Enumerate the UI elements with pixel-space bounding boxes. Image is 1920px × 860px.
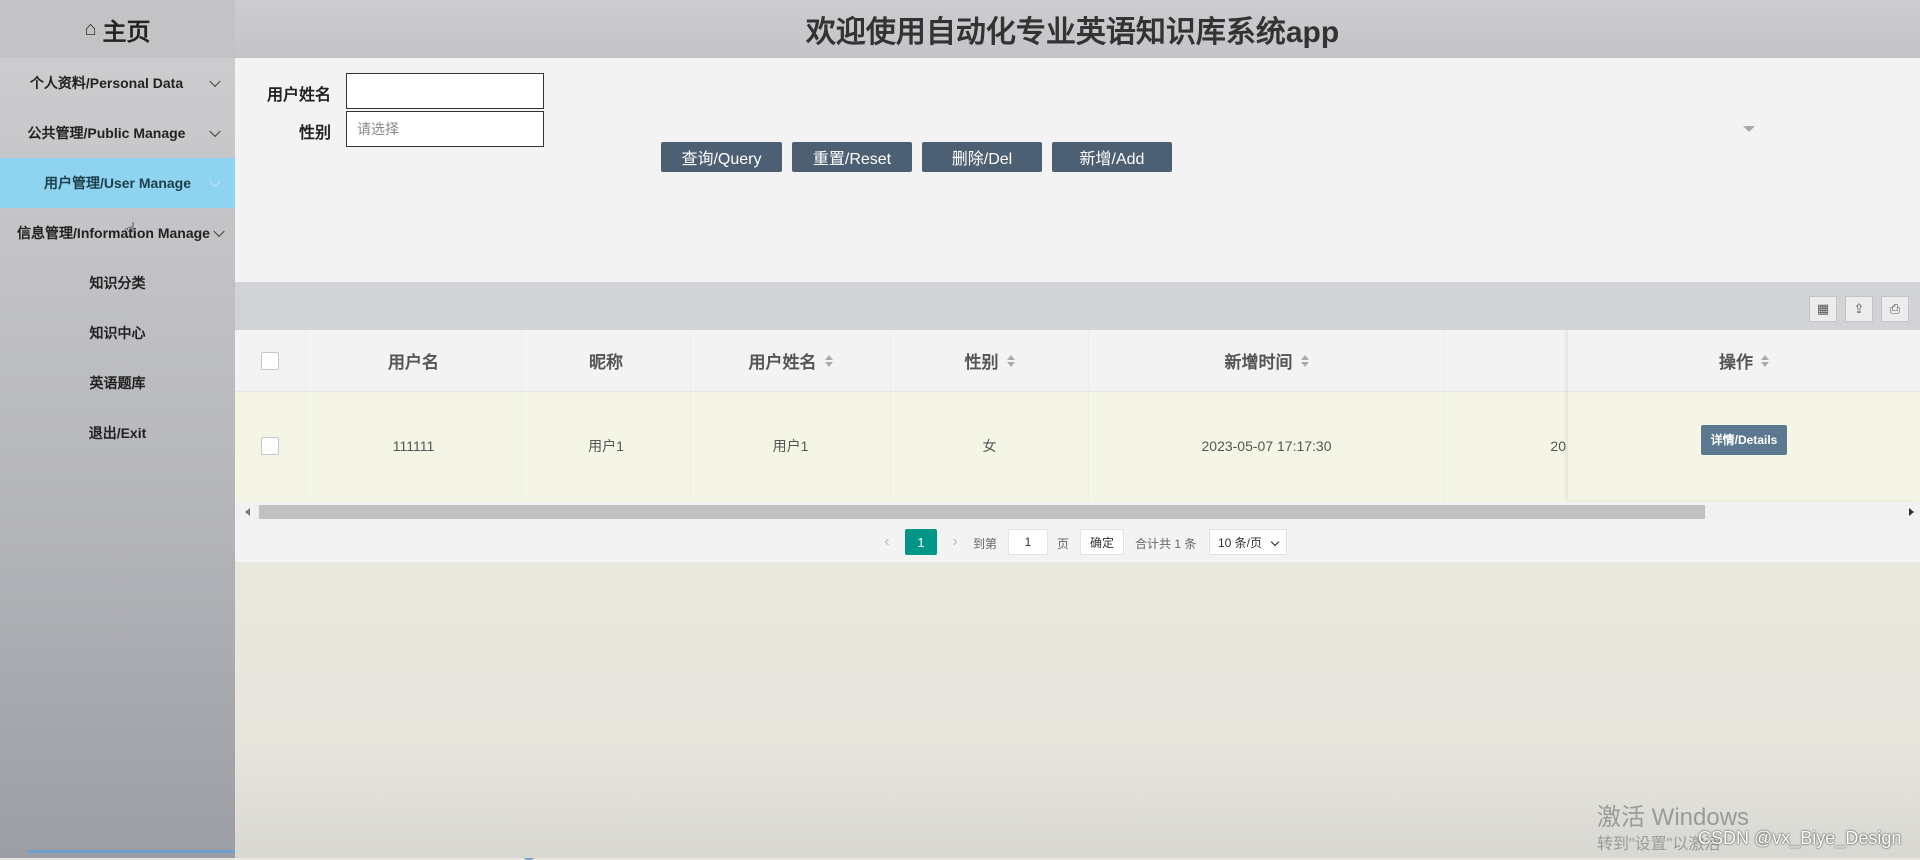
page-size-value: 10 条/页 — [1218, 535, 1263, 550]
column-header-label: 用户姓名 — [748, 353, 817, 372]
delete-button[interactable]: 删除/Del — [922, 142, 1042, 172]
sidebar-subitem-exit[interactable]: 退出/Exit — [0, 408, 235, 458]
cell-username: 111111 — [306, 392, 522, 500]
user-table: 用户名 昵称 用户姓名 性别 新增时间 操作 111111 用户1 用户1 女 — [235, 330, 1920, 502]
username-label: 用户姓名 — [267, 87, 332, 104]
export-icon: ⇪ — [1853, 301, 1865, 316]
page-size-select[interactable]: 10 条/页 — [1209, 529, 1287, 555]
home-icon: ⌂ — [84, 17, 97, 40]
scroll-left-icon[interactable] — [245, 508, 250, 516]
sidebar-item-personal-data[interactable]: 个人资料/Personal Data — [0, 58, 235, 108]
cell-partial-value: 20 — [1445, 392, 1570, 500]
columns-filter-button[interactable]: ▦ — [1809, 296, 1837, 322]
search-panel: 用户姓名 性别 请选择 查询/Query 重置/Reset 删除/Del 新增/… — [235, 58, 1920, 282]
scroll-right-icon[interactable] — [1909, 508, 1914, 516]
column-header-nickname: 昵称 — [522, 330, 691, 391]
header-checkbox-cell — [235, 330, 306, 391]
chevron-down-icon — [1270, 537, 1280, 547]
goto-page-input[interactable]: 1 — [1008, 529, 1048, 555]
export-button[interactable]: ⇪ — [1845, 296, 1873, 322]
cell-created-time: 2023-05-07 17:17:30 — [1089, 392, 1445, 500]
scrollbar-thumb[interactable] — [259, 505, 1705, 519]
cell-realname: 用户1 — [691, 392, 891, 500]
goto-label: 到第 — [973, 537, 998, 551]
activate-windows-title: 激活 Windows — [1597, 804, 1750, 831]
column-header-label: 用户名 — [388, 353, 439, 372]
sort-icon[interactable] — [1006, 354, 1015, 367]
username-input[interactable] — [346, 73, 544, 109]
gender-select[interactable]: 请选择 — [346, 111, 544, 147]
column-header-created[interactable]: 新增时间 — [1089, 330, 1445, 391]
sidebar-subitem-knowledge-category[interactable]: 知识分类 — [0, 258, 235, 308]
reset-button[interactable]: 重置/Reset — [792, 142, 912, 172]
cell-nickname: 用户1 — [522, 392, 691, 500]
horizontal-scrollbar[interactable] — [235, 502, 1920, 522]
sidebar-item-information-manage[interactable]: 信息管理/Information Manage — [0, 208, 235, 258]
cell-gender: 女 — [891, 392, 1089, 500]
column-header-realname[interactable]: 用户姓名 — [691, 330, 891, 391]
sidebar-subitem-label: 知识分类 — [89, 275, 146, 291]
sort-icon[interactable] — [1300, 354, 1309, 367]
top-header: 欢迎使用自动化专业英语知识库系统app — [235, 0, 1920, 58]
sidebar-item-label: 公共管理/Public Manage — [27, 125, 186, 141]
print-button[interactable]: ⎙ — [1881, 296, 1909, 322]
table-toolbar: ▦ ⇪ ⎙ — [235, 282, 1920, 330]
chevron-down-icon — [209, 125, 221, 138]
select-all-checkbox[interactable] — [261, 351, 279, 370]
page-number-current[interactable]: 1 — [905, 529, 937, 555]
row-checkbox[interactable] — [261, 437, 279, 455]
chevron-down-icon — [209, 175, 221, 188]
column-header-gender[interactable]: 性别 — [891, 330, 1089, 391]
sidebar-subitem-english-question-bank[interactable]: 英语题库 — [0, 358, 235, 408]
home-label: 主页 — [102, 18, 151, 46]
page-unit-label: 页 — [1057, 537, 1070, 551]
prev-page-icon[interactable]: ‹ — [877, 529, 897, 555]
sidebar-item-public-manage[interactable]: 公共管理/Public Manage — [0, 108, 235, 158]
next-page-icon[interactable]: › — [945, 529, 965, 555]
goto-confirm-button[interactable]: 确定 — [1080, 529, 1124, 555]
sort-icon[interactable] — [824, 354, 833, 367]
column-header-label: 新增时间 — [1224, 353, 1293, 372]
sidebar-item-label: 个人资料/Personal Data — [29, 75, 184, 91]
total-count: 合计共 1 条 — [1135, 537, 1197, 551]
column-header-label: 性别 — [964, 353, 999, 372]
sidebar-item-label: 信息管理/Information Manage — [17, 225, 210, 241]
sidebar-subitem-label: 知识中心 — [89, 325, 146, 341]
chevron-down-icon — [213, 225, 225, 238]
fixed-column-shadow — [1568, 330, 1920, 500]
column-header-label: 昵称 — [589, 353, 623, 372]
sidebar-item-label: 用户管理/User Manage — [43, 175, 192, 191]
chevron-down-icon — [209, 75, 221, 88]
gender-select-placeholder: 请选择 — [357, 121, 399, 137]
add-button[interactable]: 新增/Add — [1052, 142, 1172, 172]
query-button[interactable]: 查询/Query — [661, 142, 782, 172]
pagination: ‹ 1 › 到第 1 页 确定 合计共 1 条 10 条/页 — [235, 522, 1920, 562]
caret-down-icon — [1743, 126, 1755, 132]
csdn-watermark: CSDN @vx_Biye_Design — [1698, 828, 1902, 848]
hand-cursor-icon: ☝ — [124, 220, 137, 242]
column-header-username: 用户名 — [306, 330, 522, 391]
sidebar-item-user-manage[interactable]: 用户管理/User Manage — [0, 158, 235, 208]
sidebar: ⌂ 主页 个人资料/Personal Data 公共管理/Public Mana… — [0, 0, 235, 858]
sidebar-subitem-knowledge-center[interactable]: 知识中心 — [0, 308, 235, 358]
sidebar-subitem-label: 英语题库 — [89, 375, 146, 391]
gender-label: 性别 — [299, 125, 332, 142]
grid-icon: ▦ — [1816, 301, 1830, 316]
sidebar-subitem-label: 退出/Exit — [88, 425, 147, 441]
home-link[interactable]: ⌂ 主页 — [0, 0, 235, 58]
column-header-hidden — [1445, 330, 1570, 391]
row-checkbox-cell — [235, 392, 306, 500]
page-title: 欢迎使用自动化专业英语知识库系统app — [805, 16, 1340, 49]
print-icon: ⎙ — [1889, 301, 1901, 316]
